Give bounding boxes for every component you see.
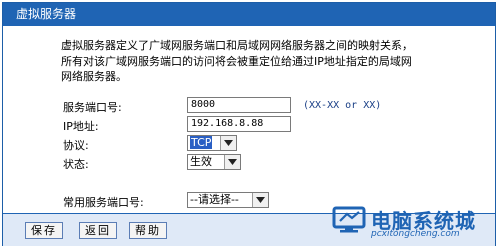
protocol-value: TCP [190,136,213,149]
chevron-down-icon[interactable] [224,155,240,169]
description-line: 网络服务器。 [61,70,127,83]
virtual-server-panel: 虚拟服务器 虚拟服务器定义了广域网服务端口和局域网网络服务器之间的映射关系， 所… [2,2,496,246]
description-line: 所有对该广域网服务端口的访问将会被重定位给通过IP地址指定的局域网 [61,54,412,68]
status-select[interactable]: 生效 [187,154,241,170]
chevron-down-icon[interactable] [252,193,268,207]
monitor-logo-icon [332,206,366,233]
service-port-label: 服务端口号: [63,101,122,114]
protocol-label: 协议: [63,139,89,152]
service-port-input[interactable]: 8000 [187,97,291,113]
watermark-url: pcxitongcheng.com [371,229,460,239]
ip-address-input[interactable]: 192.168.8.88 [187,116,291,132]
status-label: 状态: [63,158,89,171]
help-button[interactable]: 帮助 [129,222,167,239]
watermark: 电脑系统城 pcxitongcheng.com [331,202,491,242]
chevron-down-icon[interactable] [220,136,236,150]
common-port-select[interactable]: --请选择-- [187,192,269,208]
service-port-hint: (XX-XX or XX) [303,100,382,111]
panel-title: 虚拟服务器 [3,3,495,26]
status-value: 生效 [190,155,212,168]
back-button[interactable]: 返回 [79,222,117,239]
protocol-select[interactable]: TCP [187,135,237,151]
ip-address-label: IP地址: [63,120,99,133]
description-line: 虚拟服务器定义了广域网服务端口和局域网网络服务器之间的映射关系， [61,39,413,52]
common-port-value: --请选择-- [190,193,239,206]
common-port-label: 常用服务端口号: [63,196,144,209]
save-button[interactable]: 保存 [25,222,63,239]
description: 虚拟服务器定义了广域网服务端口和局域网网络服务器之间的映射关系， 所有对该广域网… [61,38,461,85]
